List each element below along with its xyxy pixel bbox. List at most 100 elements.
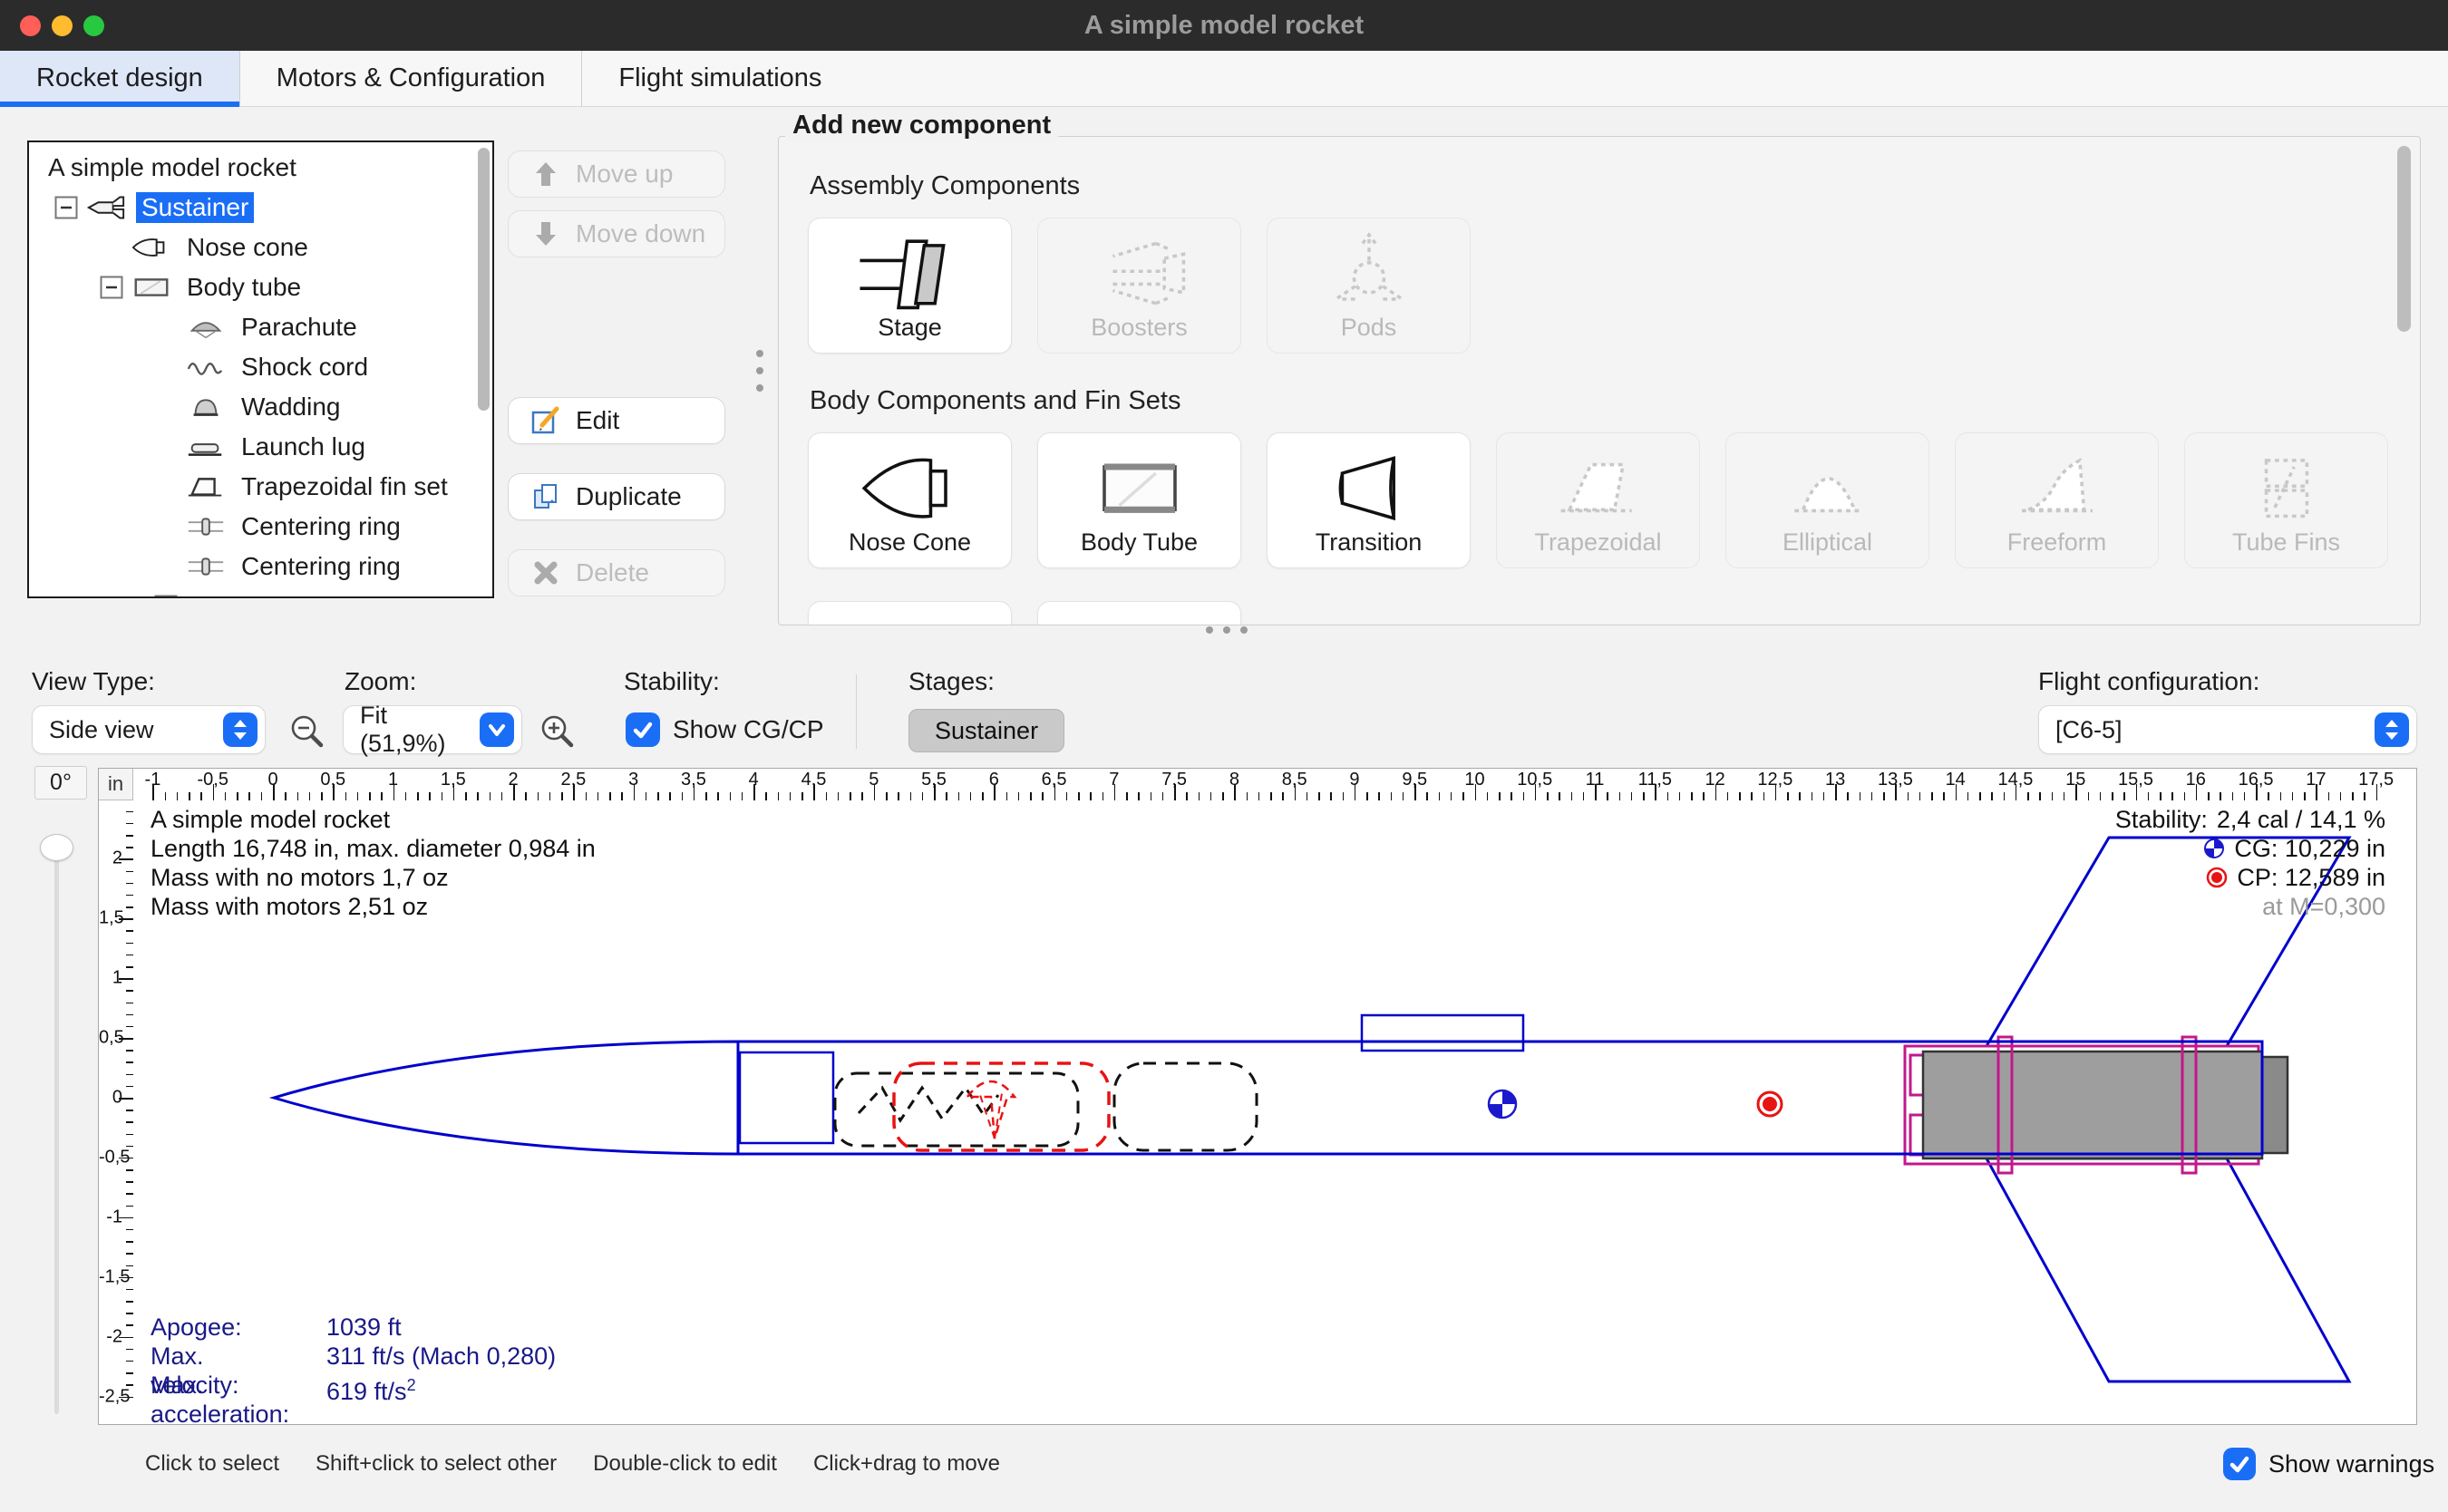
- parachute-outline[interactable]: [894, 1063, 1109, 1150]
- tree-item-body-tube[interactable]: Body tube: [29, 267, 492, 307]
- component-card-label: Tube Fins: [2232, 528, 2340, 557]
- finset-icon: [185, 474, 227, 499]
- tree-item-launch-lug[interactable]: Launch lug: [29, 427, 492, 467]
- component-card-nose-cone[interactable]: Nose Cone: [808, 432, 1012, 568]
- tree-item-label: Wadding: [236, 392, 345, 422]
- component-tree-panel: A simple model rocketSustainerNose coneB…: [27, 141, 494, 598]
- wadding-outline[interactable]: [1114, 1063, 1257, 1150]
- hint-bar: Click to selectShift+click to select oth…: [145, 1451, 1000, 1477]
- duplicate-button[interactable]: Duplicate: [508, 473, 725, 520]
- window-titlebar: A simple model rocket: [0, 0, 2448, 51]
- splitter-handle-horizontal[interactable]: [1206, 626, 1248, 634]
- acceleration-value: 619 ft/s2: [326, 1371, 416, 1406]
- tab-flight-simulations[interactable]: Flight simulations: [581, 51, 858, 106]
- tree-item-a-simple-model-rocket[interactable]: A simple model rocket: [29, 148, 492, 188]
- cg-text: CG: 10,229 in: [2234, 834, 2385, 863]
- component-card-transition[interactable]: Transition: [1267, 432, 1471, 568]
- hint-text: Double-click to edit: [593, 1451, 777, 1477]
- rotation-slider-knob[interactable]: [40, 834, 73, 861]
- tree-item-wadding[interactable]: Wadding: [29, 387, 492, 427]
- component-card-body-tube[interactable]: Body Tube: [1037, 432, 1241, 568]
- view-type-select[interactable]: Side view: [32, 705, 266, 754]
- zoom-in-button[interactable]: [537, 711, 578, 752]
- tab-label: Rocket design: [36, 63, 203, 93]
- stability-label: Stability:: [624, 667, 720, 696]
- tree-item-label: Centering ring: [236, 551, 406, 582]
- shock-cord-outline[interactable]: [835, 1073, 1078, 1146]
- show-warnings-control: Show warnings: [2223, 1448, 2434, 1480]
- add-component-panel: Assembly ComponentsStageBoostersPodsBody…: [778, 136, 2421, 625]
- action-label: Delete: [576, 558, 649, 587]
- launch-lug-outline[interactable]: [1362, 1015, 1523, 1051]
- tree-item-sustainer[interactable]: Sustainer: [29, 188, 492, 228]
- add-panel-scrollbar[interactable]: [2397, 146, 2411, 332]
- stage-icon: [851, 234, 969, 314]
- card-nosecone-icon: [851, 449, 969, 528]
- component-card-freeform: Freeform: [1955, 432, 2159, 568]
- flight-config-select[interactable]: [C6-5]: [2038, 705, 2417, 754]
- tree-item-parachute[interactable]: Parachute: [29, 307, 492, 347]
- component-card-trapezoidal: Trapezoidal: [1496, 432, 1700, 568]
- tree-expander-minus-icon[interactable]: [54, 196, 78, 219]
- show-warnings-label: Show warnings: [2268, 1450, 2434, 1478]
- tab-rocket-design[interactable]: Rocket design: [0, 51, 239, 106]
- tree-item-label: Parachute: [236, 312, 363, 343]
- tab-motors-configuration[interactable]: Motors & Configuration: [239, 51, 582, 106]
- fin-bottom[interactable]: [1987, 1158, 2349, 1381]
- stage-toggle-sustainer[interactable]: Sustainer: [908, 709, 1064, 752]
- edit-button[interactable]: Edit: [508, 397, 725, 444]
- zoom-label: Zoom:: [345, 667, 416, 696]
- action-label: Edit: [576, 406, 619, 435]
- component-card-label: Transition: [1316, 528, 1423, 557]
- stability-text-label: Stability:: [2115, 805, 2208, 834]
- centeringring-icon: [185, 554, 227, 579]
- show-cgcp-checkbox[interactable]: [626, 712, 660, 747]
- motor-nozzle[interactable]: [2262, 1057, 2288, 1153]
- tree-item-label: Trapezoidal fin set: [236, 471, 453, 502]
- component-card-tube-fins: Tube Fins: [2184, 432, 2388, 568]
- stability-block: Stability: 2,4 cal / 14,1 % CG: 10,229 i…: [2115, 805, 2385, 921]
- rocket-name: A simple model rocket: [151, 805, 596, 834]
- tree-expander-minus-icon[interactable]: [100, 276, 123, 299]
- apogee-label: Apogee:: [151, 1313, 242, 1342]
- hint-text: Click+drag to move: [813, 1451, 1000, 1477]
- splitter-handle-vertical[interactable]: [756, 350, 763, 392]
- stability-text-value: 2,4 cal / 14,1 %: [2217, 805, 2385, 834]
- component-card-pods: Pods: [1267, 218, 1471, 354]
- card-row: Nose ConeBody TubeTransitionTrapezoidalE…: [808, 432, 2420, 568]
- motor-casing[interactable]: [1923, 1052, 2262, 1158]
- tree-item-shock-cord[interactable]: Shock cord: [29, 347, 492, 387]
- chevron-up-down-icon: [2375, 712, 2409, 747]
- shockcord-icon: [185, 354, 227, 380]
- nose-shoulder[interactable]: [740, 1052, 833, 1143]
- tree-expander-plus-icon[interactable]: [154, 595, 178, 598]
- arrow-down-icon: [530, 218, 561, 249]
- action-label: Duplicate: [576, 482, 682, 511]
- innertube-icon: [185, 594, 227, 598]
- delete-icon: [530, 557, 561, 588]
- ruler-unit-label: in: [99, 769, 133, 800]
- tree-item-inner-tube[interactable]: Inner Tube: [29, 586, 492, 598]
- rotation-slider-track[interactable]: [54, 850, 59, 1414]
- cg-marker: [1489, 1090, 1516, 1118]
- nose-cone-outline[interactable]: [274, 1042, 738, 1154]
- cg-icon: [2203, 838, 2225, 859]
- component-card-clipped[interactable]: [808, 601, 1012, 625]
- section-heading: Assembly Components: [810, 171, 2420, 201]
- tree-item-centering-ring[interactable]: Centering ring: [29, 507, 492, 547]
- component-card-label: Nose Cone: [849, 528, 971, 557]
- component-card-label: Pods: [1341, 314, 1397, 342]
- tree-item-centering-ring[interactable]: Centering ring: [29, 547, 492, 586]
- mach-note: at M=0,300: [2115, 892, 2385, 921]
- zoom-select[interactable]: Fit (51,9%): [343, 705, 522, 754]
- component-card-clipped[interactable]: [1037, 601, 1241, 625]
- rocket-mass-motors: Mass with motors 2,51 oz: [151, 892, 596, 921]
- tree-scrollbar[interactable]: [478, 148, 490, 411]
- tree-item-nose-cone[interactable]: Nose cone: [29, 228, 492, 267]
- rotation-angle-value: 0°: [34, 766, 87, 800]
- component-card-stage[interactable]: Stage: [808, 218, 1012, 354]
- show-warnings-checkbox[interactable]: [2223, 1448, 2256, 1480]
- rocket-canvas[interactable]: -1-0,500,511,522,533,544,555,566,577,588…: [98, 768, 2417, 1425]
- tree-item-trapezoidal-fin-set[interactable]: Trapezoidal fin set: [29, 467, 492, 507]
- zoom-out-button[interactable]: [287, 711, 328, 752]
